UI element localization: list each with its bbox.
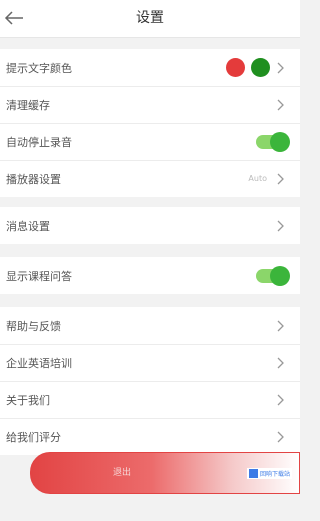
chevron-right-icon — [276, 61, 286, 75]
chevron-right-icon — [276, 430, 286, 444]
app-header: 设置 — [0, 0, 300, 38]
player-settings-label: 播放器设置 — [6, 172, 61, 186]
rate-us-row[interactable]: 给我们评分 — [0, 418, 300, 455]
show-course-qa-row: 显示课程问答 — [0, 257, 300, 294]
settings-group-1: 提示文字颜色 清理缓存 自动停止录音 播放器设置 Auto — [0, 49, 300, 197]
chevron-right-icon — [276, 319, 286, 333]
settings-group-2: 消息设置 — [0, 207, 300, 244]
auto-stop-recording-toggle[interactable] — [256, 131, 290, 152]
player-settings-row[interactable]: 播放器设置 Auto — [0, 160, 300, 197]
chevron-right-icon — [276, 393, 286, 407]
chevron-right-icon — [276, 219, 286, 233]
help-feedback-label: 帮助与反馈 — [6, 319, 61, 333]
message-settings-label: 消息设置 — [6, 219, 50, 233]
settings-group-3: 显示课程问答 — [0, 257, 300, 294]
about-us-row[interactable]: 关于我们 — [0, 381, 300, 418]
text-color-label: 提示文字颜色 — [6, 61, 72, 75]
player-value: Auto — [248, 174, 267, 183]
about-us-label: 关于我们 — [6, 393, 50, 407]
clear-cache-label: 清理缓存 — [6, 98, 50, 112]
chevron-right-icon — [276, 172, 286, 186]
text-color-row[interactable]: 提示文字颜色 — [0, 49, 300, 86]
watermark-logo-icon — [249, 469, 258, 478]
watermark-text: 回响下载站 — [260, 471, 291, 478]
help-feedback-row[interactable]: 帮助与反馈 — [0, 307, 300, 344]
color-swatch-green[interactable] — [251, 58, 270, 77]
logout-label: 退出 — [113, 468, 132, 478]
enterprise-training-label: 企业英语培训 — [6, 356, 72, 370]
page-title: 设置 — [136, 10, 164, 26]
chevron-right-icon — [276, 98, 286, 112]
show-course-qa-label: 显示课程问答 — [6, 269, 72, 283]
message-settings-row[interactable]: 消息设置 — [0, 207, 300, 244]
clear-cache-row[interactable]: 清理缓存 — [0, 86, 300, 123]
rate-us-label: 给我们评分 — [6, 430, 61, 444]
settings-group-4: 帮助与反馈 企业英语培训 关于我们 给我们评分 — [0, 307, 300, 455]
color-swatch-red[interactable] — [226, 58, 245, 77]
chevron-right-icon — [276, 356, 286, 370]
show-course-qa-toggle[interactable] — [256, 265, 290, 286]
watermark: 回响下载站 — [247, 468, 293, 479]
auto-stop-recording-label: 自动停止录音 — [6, 135, 72, 149]
enterprise-training-row[interactable]: 企业英语培训 — [0, 344, 300, 381]
auto-stop-recording-row: 自动停止录音 — [0, 123, 300, 160]
